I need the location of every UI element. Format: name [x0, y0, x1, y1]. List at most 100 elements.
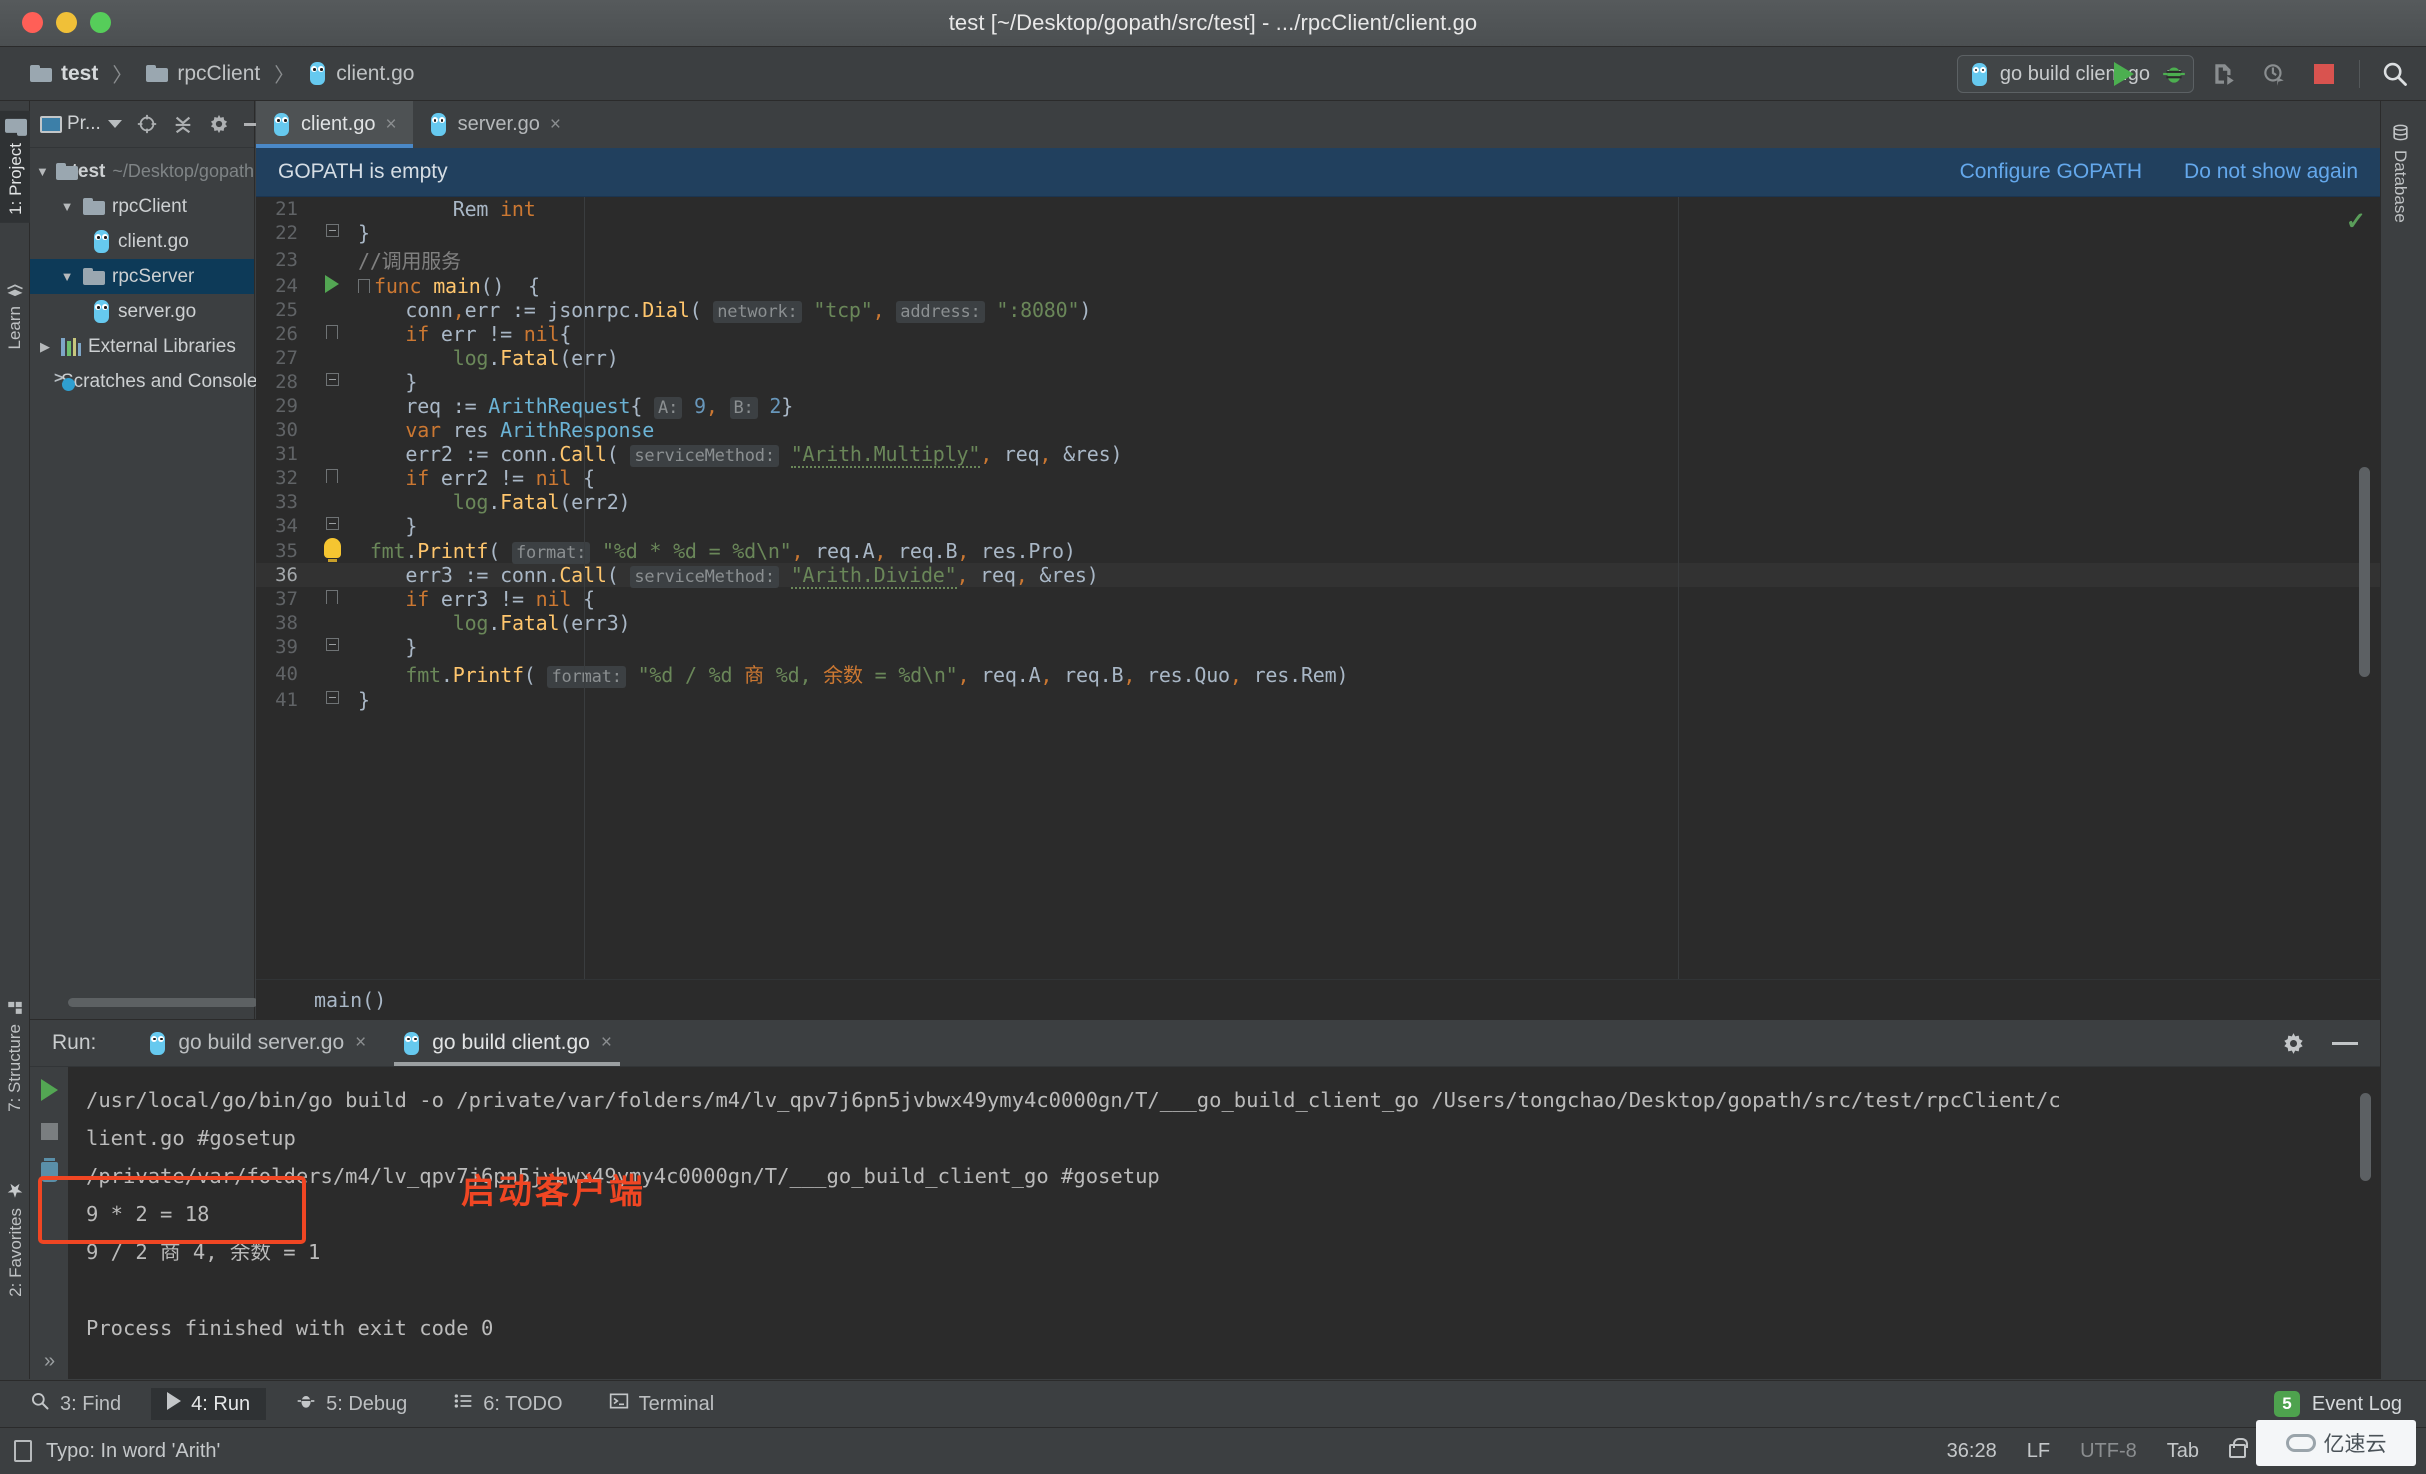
line-marker[interactable]	[312, 322, 352, 346]
stop-icon[interactable]	[40, 1123, 58, 1140]
fold-icon[interactable]	[325, 638, 339, 651]
close-icon[interactable]: ×	[601, 1032, 612, 1054]
project-horizontal-scrollbar[interactable]	[68, 998, 258, 1007]
fold-icon[interactable]	[325, 517, 339, 530]
debug-icon[interactable]	[2159, 59, 2189, 89]
tab-client-go[interactable]: client.go ×	[256, 101, 413, 148]
console-output[interactable]: /usr/local/go/bin/go build -o /private/v…	[68, 1067, 2380, 1379]
bottom-item-run[interactable]: 4: Run	[151, 1388, 267, 1420]
minimize-window-button[interactable]	[56, 12, 77, 33]
rerun-icon[interactable]	[40, 1079, 58, 1101]
collapse-all-icon[interactable]	[172, 113, 194, 135]
tab-server-go[interactable]: server.go ×	[413, 101, 577, 148]
go-file-icon	[308, 62, 327, 85]
line-marker[interactable]	[312, 635, 352, 659]
editor-breadcrumb[interactable]: main()	[256, 979, 2380, 1019]
line-marker[interactable]	[312, 370, 352, 394]
settings-icon[interactable]	[208, 113, 230, 135]
tree-item-client-go[interactable]: client.go	[30, 224, 254, 259]
line-marker[interactable]	[312, 466, 352, 490]
maximize-window-button[interactable]	[90, 12, 111, 33]
file-encoding[interactable]: UTF-8	[2080, 1440, 2137, 1463]
sidebar-item-favorites[interactable]: 2: Favorites ★	[0, 1171, 33, 1305]
learn-tab-label: Learn	[5, 306, 24, 350]
do-not-show-again-link[interactable]: Do not show again	[2184, 160, 2358, 184]
twisty-icon[interactable]: ▼	[58, 199, 76, 214]
lock-icon[interactable]	[2229, 1438, 2248, 1458]
notification-message: GOPATH is empty	[278, 160, 448, 183]
bottom-tool-bar: 3: Find 4: Run 5: Debug 6: TODO Terminal…	[0, 1380, 2426, 1427]
fold-icon[interactable]	[325, 691, 339, 704]
line-number: 21	[275, 198, 298, 220]
window-controls[interactable]	[22, 12, 111, 33]
line-marker[interactable]	[312, 274, 352, 298]
console-line: /usr/local/go/bin/go build -o /private/v…	[86, 1088, 2061, 1112]
breadcrumb-item-clientgo[interactable]: client.go	[302, 60, 420, 88]
configure-gopath-link[interactable]: Configure GOPATH	[1960, 160, 2142, 184]
sidebar-item-structure[interactable]: 7: Structure	[0, 991, 31, 1120]
stop-icon[interactable]	[2309, 59, 2339, 89]
breadcrumb-item-rpcclient[interactable]: rpcClient	[140, 60, 266, 88]
fold-icon[interactable]	[325, 373, 339, 386]
fold-icon[interactable]	[326, 589, 338, 604]
bottom-item-terminal[interactable]: Terminal	[593, 1387, 731, 1421]
code-editor[interactable]: ✓ 21 Rem int 22 } 23 //调用服务 24 func main…	[256, 197, 2380, 1019]
line-marker[interactable]	[312, 688, 352, 712]
twisty-icon[interactable]: ▼	[36, 164, 49, 179]
caret-position[interactable]: 36:28	[1947, 1440, 1997, 1463]
event-log-area[interactable]: 5 Event Log	[2273, 1391, 2426, 1417]
sidebar-item-project[interactable]: 1: Project	[0, 111, 33, 223]
go-file-icon	[402, 1031, 421, 1055]
tree-item-scratches[interactable]: Scratches and Console	[30, 364, 257, 399]
expand-chevron-icon[interactable]: »	[44, 1350, 55, 1373]
line-marker[interactable]	[312, 514, 352, 538]
tree-item-external-libraries[interactable]: ▶ External Libraries	[30, 329, 254, 364]
bottom-item-todo[interactable]: 6: TODO	[437, 1387, 578, 1421]
twisty-icon[interactable]: ▶	[36, 339, 54, 355]
trash-icon[interactable]	[40, 1158, 58, 1182]
breadcrumb-item-test[interactable]: test	[24, 60, 104, 88]
line-marker[interactable]	[312, 538, 352, 563]
run-tab-client[interactable]: go build client.go ×	[384, 1020, 630, 1067]
settings-icon[interactable]	[2281, 1031, 2306, 1056]
console-vertical-scrollbar[interactable]	[2360, 1093, 2371, 1181]
profile-icon[interactable]	[2259, 59, 2289, 89]
line-number: 27	[275, 347, 298, 369]
close-icon[interactable]: ×	[550, 114, 561, 136]
editor-vertical-scrollbar[interactable]	[2359, 467, 2370, 677]
fold-icon[interactable]	[325, 224, 339, 237]
project-view-selector[interactable]: Pr...	[40, 113, 122, 135]
run-icon[interactable]	[2109, 59, 2139, 89]
intention-bulb-icon[interactable]	[323, 538, 341, 562]
line-marker[interactable]	[312, 587, 352, 611]
indent-setting[interactable]: Tab	[2167, 1440, 2199, 1463]
locate-icon[interactable]	[136, 113, 158, 135]
hide-icon[interactable]	[2332, 1041, 2358, 1045]
line-marker	[312, 611, 352, 635]
tree-item-test[interactable]: ▼ test ~/Desktop/gopath	[30, 154, 254, 189]
line-marker	[312, 563, 352, 587]
sidebar-item-database[interactable]: Database	[2385, 115, 2415, 231]
close-icon[interactable]: ×	[355, 1032, 366, 1054]
sidebar-item-learn[interactable]: Learn	[0, 271, 31, 357]
run-with-coverage-icon[interactable]	[2209, 59, 2239, 89]
run-tab-server[interactable]: go build server.go ×	[130, 1020, 384, 1067]
line-content: if err3 != nil {	[405, 587, 595, 611]
bottom-item-find[interactable]: 3: Find	[14, 1387, 137, 1421]
line-separator[interactable]: LF	[2027, 1440, 2050, 1463]
tree-item-rpcclient[interactable]: ▼ rpcClient	[30, 189, 254, 224]
run-gutter-icon[interactable]	[325, 274, 339, 293]
line-content: }	[358, 688, 370, 712]
line-marker[interactable]	[312, 221, 352, 245]
fold-icon[interactable]	[358, 279, 370, 293]
close-window-button[interactable]	[22, 12, 43, 33]
fold-icon[interactable]	[326, 468, 338, 483]
close-icon[interactable]: ×	[386, 114, 397, 136]
tree-item-server-go[interactable]: server.go	[30, 294, 254, 329]
twisty-icon[interactable]: ▼	[58, 269, 76, 284]
tree-item-rpcserver[interactable]: ▼ rpcServer	[30, 259, 254, 294]
fold-icon[interactable]	[326, 324, 338, 339]
editor-area: client.go × server.go × GOPATH is empty …	[256, 101, 2380, 1019]
bottom-item-debug[interactable]: 5: Debug	[280, 1387, 423, 1421]
search-icon[interactable]	[2380, 59, 2410, 89]
